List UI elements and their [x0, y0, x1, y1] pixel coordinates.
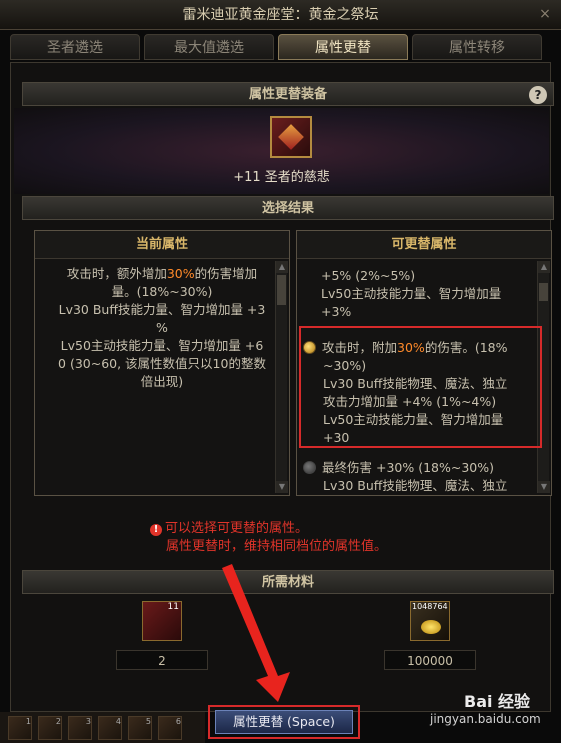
result-section-header: 选择结果: [22, 196, 554, 220]
material-count: 100000: [384, 650, 476, 670]
current-attr-line: 0 (30~60, 该属性数值只以10的整数: [58, 356, 266, 371]
skill-slot[interactable]: 2: [38, 716, 62, 740]
warning-message: ! 可以选择可更替的属性。 属性更替时，维持相同档位的属性值。: [150, 520, 387, 556]
replaceable-attributes-header: 可更替属性: [297, 231, 551, 259]
help-icon[interactable]: ?: [529, 86, 547, 104]
tab-max-value-selection[interactable]: 最大值遴选: [144, 34, 274, 60]
equipment-title: 圣者的慈悲: [264, 170, 330, 185]
window-title: 雷米迪亚黄金座堂：黄金之祭坛: [182, 7, 379, 23]
option-unselected[interactable]: 最终伤害 +30% (18%~30%) Lv30 Buff技能物理、魔法、独立: [303, 459, 535, 495]
skill-slot[interactable]: 4: [98, 716, 122, 740]
current-attr-line: Lv50主动技能力量、智力增加量 +6: [60, 338, 264, 353]
current-attr-scrollbar[interactable]: ▲ ▼: [275, 261, 288, 493]
current-attributes-box: 当前属性 攻击时，额外增加30%的伤害增加 量。(18%~30%) Lv30 B…: [34, 230, 290, 496]
equipment-name: +11 圣者的慈悲: [14, 166, 549, 185]
window-title-bar: 雷米迪亚黄金座堂：黄金之祭坛 ×: [0, 0, 561, 30]
materials-section-header: 所需材料: [22, 570, 554, 594]
gold-icon[interactable]: 1048764: [410, 601, 450, 641]
current-attr-line: 量。(18%~30%): [111, 284, 213, 299]
gold-coins-shape: [421, 620, 441, 634]
chest-icon[interactable]: 11: [142, 601, 182, 641]
replaceable-list: +5% (2%~5%) Lv50主动技能力量、智力增加量 +3%: [297, 259, 551, 321]
attribute-replace-button[interactable]: 属性更替 (Space): [215, 710, 353, 734]
tab-bar: 圣者遴选 最大值遴选 属性更替 属性转移: [10, 34, 550, 60]
warning-icon: !: [150, 524, 162, 536]
tab-saint-selection[interactable]: 圣者遴选: [10, 34, 140, 60]
current-attr-line: Lv30 Buff技能力量、智力增加量 +3: [58, 302, 266, 317]
tab-attribute-replace[interactable]: 属性更替: [278, 34, 408, 60]
option-line: Lv30 Buff技能物理、魔法、独立: [323, 478, 508, 493]
replace-attr-line: +3%: [321, 304, 352, 319]
material-badge: 1048764: [412, 602, 448, 611]
scroll-up-icon[interactable]: ▲: [276, 261, 288, 273]
current-attributes-text: 攻击时，额外增加30%的伤害增加 量。(18%~30%) Lv30 Buff技能…: [35, 259, 289, 391]
material-badge: 11: [167, 602, 179, 612]
watermark-url: jingyan.baidu.com: [430, 712, 541, 726]
equip-section-title: 属性更替装备: [248, 87, 327, 102]
skill-bar: 1 2 3 4 5 6: [0, 712, 205, 743]
result-section-title: 选择结果: [261, 201, 314, 216]
warning-line: 属性更替时，维持相同档位的属性值。: [166, 539, 388, 554]
scroll-up-icon[interactable]: ▲: [538, 261, 550, 273]
skill-slot[interactable]: 1: [8, 716, 32, 740]
replace-attr-line: +5% (2%~5%): [321, 268, 416, 283]
material-count: 2: [116, 650, 208, 670]
current-attributes-header: 当前属性: [35, 231, 289, 259]
current-attr-line: 倍出现): [140, 374, 184, 389]
materials-title: 所需材料: [261, 575, 314, 590]
watermark-logo: Bai 经验: [464, 692, 531, 711]
action-button-highlight: 属性更替 (Space): [208, 705, 360, 739]
equipment-plus: +11: [233, 170, 261, 185]
scroll-down-icon[interactable]: ▼: [538, 481, 550, 493]
equip-section-header: 属性更替装备 ?: [22, 82, 554, 106]
selection-highlight: [299, 326, 542, 448]
watermark: Bai 经验 jingyan.baidu.com: [430, 688, 555, 738]
scroll-down-icon[interactable]: ▼: [276, 481, 288, 493]
warning-line: 可以选择可更替的属性。: [165, 521, 309, 536]
scroll-thumb[interactable]: [277, 275, 286, 305]
scroll-thumb[interactable]: [539, 283, 548, 301]
tab-attribute-transfer[interactable]: 属性转移: [412, 34, 542, 60]
radio-unselected-icon[interactable]: [303, 461, 316, 474]
equip-area: +11 圣者的慈悲: [14, 108, 549, 194]
replace-attr-line: Lv50主动技能力量、智力增加量: [321, 286, 502, 301]
current-attr-line: 攻击时，额外增加30%的伤害增加: [66, 266, 258, 281]
skill-slot[interactable]: 6: [158, 716, 182, 740]
close-icon[interactable]: ×: [537, 6, 553, 22]
equipment-slot[interactable]: [270, 116, 312, 158]
current-attr-line: %: [156, 320, 168, 335]
skill-slot[interactable]: 3: [68, 716, 92, 740]
skill-slot[interactable]: 5: [128, 716, 152, 740]
sword-icon: [278, 124, 304, 150]
